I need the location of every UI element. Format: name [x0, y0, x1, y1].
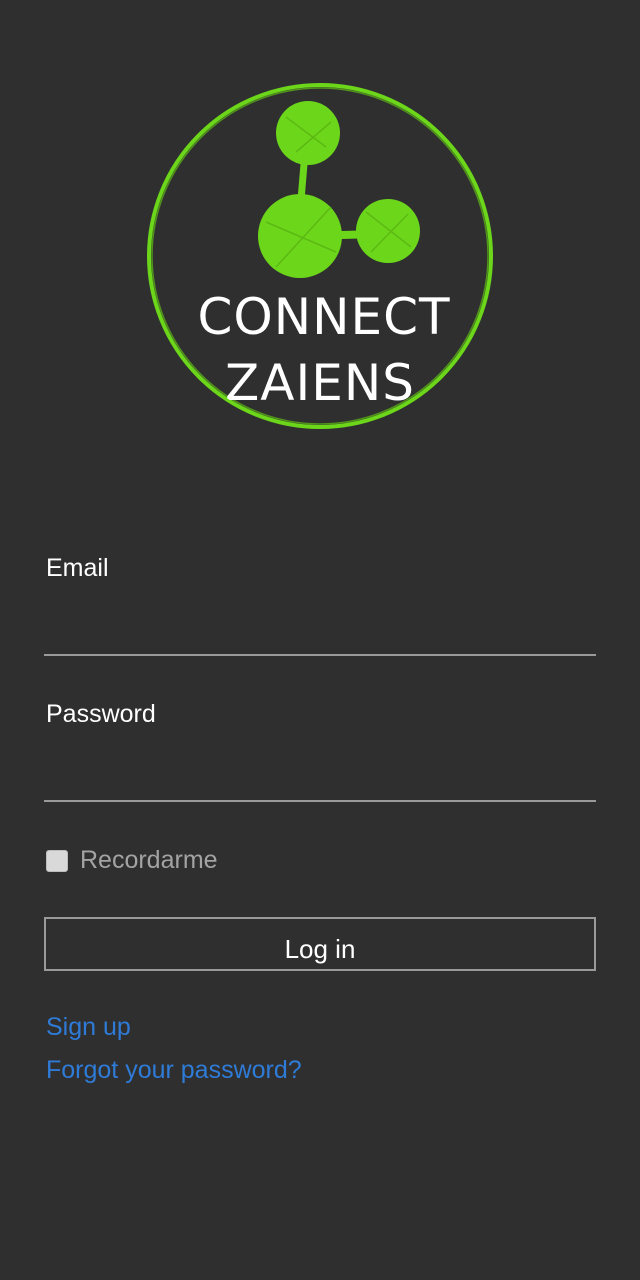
email-label: Email — [46, 554, 109, 582]
forgot-password-link[interactable]: Forgot your password? — [46, 1056, 302, 1085]
node-right — [356, 199, 420, 263]
login-button[interactable]: Log in — [44, 917, 596, 971]
logo-text-line2: ZAIENS — [225, 354, 415, 412]
login-screen: CONNECT ZAIENS Email Password Recordarme… — [0, 0, 640, 1280]
connect-zaiens-logo: CONNECT ZAIENS — [146, 82, 494, 430]
remember-me-checkbox[interactable] — [46, 849, 68, 872]
remember-me-label[interactable]: Recordarme — [80, 846, 218, 875]
password-input[interactable] — [44, 758, 596, 802]
password-label: Password — [46, 700, 156, 728]
logo-graphic: CONNECT ZAIENS — [147, 83, 493, 429]
email-input[interactable] — [44, 612, 596, 656]
logo-text-line1: CONNECT — [197, 288, 450, 346]
sign-up-link[interactable]: Sign up — [46, 1013, 131, 1042]
remember-me-row[interactable]: Recordarme — [46, 846, 218, 875]
